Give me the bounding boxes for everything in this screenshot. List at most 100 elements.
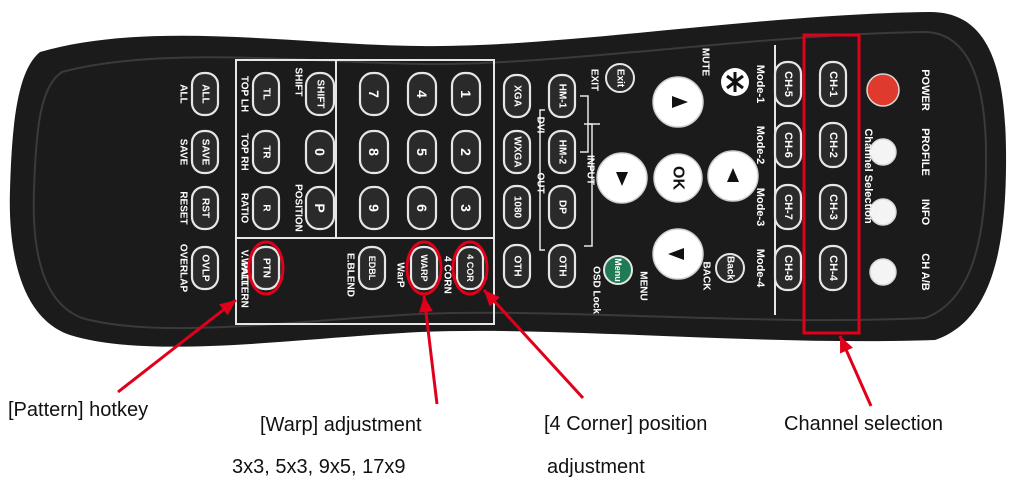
rst-label: RESET — [178, 191, 189, 224]
ch6-button[interactable]: CH-6 — [773, 121, 803, 169]
ch3-button-label: CH-3 — [827, 194, 839, 220]
ptn-button-label: PTN — [261, 258, 272, 278]
r-button[interactable]: R — [251, 185, 281, 231]
wxga-button-label: WXGA — [512, 136, 523, 167]
key-8-button[interactable]: 8 — [358, 129, 390, 175]
oth_in-button-label: OTH — [557, 255, 568, 276]
power-button[interactable] — [866, 73, 900, 107]
back-label: BACK — [701, 262, 712, 292]
warp-label: WarP — [395, 262, 406, 288]
oth_in-button[interactable]: OTH — [547, 243, 577, 289]
chab-button[interactable] — [869, 258, 897, 286]
xga-button[interactable]: XGA — [502, 73, 532, 119]
warp-button[interactable]: WARP — [409, 245, 439, 291]
info-label: INFO — [919, 199, 931, 226]
profile-label: PROFILE — [919, 128, 931, 176]
ch5-button[interactable]: CH-5 — [773, 60, 803, 108]
ch1-button[interactable]: CH-1 — [818, 60, 848, 108]
ch7-button[interactable]: CH-7 — [773, 183, 803, 231]
ch4-button[interactable]: CH-4 — [818, 244, 848, 292]
ch8-button-label: CH-8 — [782, 255, 794, 281]
rst-button[interactable]: RST — [190, 185, 220, 231]
ch2-button[interactable]: CH-2 — [818, 121, 848, 169]
dp-button[interactable]: DP — [547, 184, 577, 230]
exit-button-label: Exit — [615, 69, 626, 88]
edbl-button[interactable]: EDBL — [357, 245, 387, 291]
cor-label: 4 CORN — [442, 256, 453, 294]
key-5-button[interactable]: 5 — [406, 129, 438, 175]
ch4-button-label: CH-4 — [827, 255, 839, 282]
key-6-button-label: 6 — [414, 204, 430, 212]
ch6-button-label: CH-6 — [782, 132, 794, 158]
warp-button-label: WARP — [419, 255, 429, 282]
warp-callout-line2: 3x3, 5x3, 9x5, 17x9 — [232, 456, 406, 478]
key-7-button-label: 7 — [366, 90, 382, 98]
key-2-button[interactable]: 2 — [450, 129, 482, 175]
key-2-button-label: 2 — [458, 148, 474, 156]
key-p-button-label: P — [312, 203, 328, 212]
dp-button-label: DP — [557, 200, 568, 214]
key-4-button[interactable]: 4 — [406, 71, 438, 117]
corner-callout-line1: [4 Corner] position — [544, 413, 708, 435]
cor-button-label: 4 COR — [465, 254, 475, 282]
tr-button[interactable]: TR — [251, 129, 281, 175]
key-7-button[interactable]: 7 — [358, 71, 390, 117]
ovlp-label: OVERLAP — [178, 244, 189, 293]
ch8-button[interactable]: CH-8 — [773, 244, 803, 292]
ch7-mode-label: Mode-3 — [754, 188, 766, 227]
key-8-button-label: 8 — [366, 148, 382, 156]
key-9-button[interactable]: 9 — [358, 185, 390, 231]
key-0-button[interactable]: 0 — [304, 129, 336, 175]
ovlp-button-label: OVLP — [200, 254, 211, 282]
key-1-button[interactable]: 1 — [450, 71, 482, 117]
all-label: ALL — [178, 84, 189, 103]
xga-button-label: XGA — [512, 85, 523, 107]
key-shift-button[interactable]: SHIFT — [304, 71, 336, 117]
key-p-button[interactable]: P — [304, 185, 336, 231]
all-button-label: ALL — [200, 84, 211, 103]
oth_out-button[interactable]: OTH — [502, 243, 532, 289]
ch5-mode-label: Mode-1 — [754, 65, 766, 104]
exit-label: EXIT — [589, 69, 600, 91]
ovlp-button[interactable]: OVLP — [190, 245, 220, 291]
key-3-button-label: 3 — [458, 204, 474, 212]
all-button[interactable]: ALL — [190, 71, 220, 117]
tr-button-label: TR — [261, 145, 272, 159]
hm2-button-label: HM-2 — [557, 140, 568, 165]
r-label: RATIO — [239, 193, 250, 224]
save-label: SAVE — [178, 139, 189, 166]
edbl-label: E.BLEND — [345, 253, 356, 297]
hm1-button[interactable]: HM-1 — [547, 73, 577, 119]
input-label: INPUT — [585, 155, 596, 185]
ptn-button[interactable]: PTN — [251, 245, 281, 291]
hm2-button[interactable]: HM-2 — [547, 129, 577, 175]
ch6-mode-label: Mode-2 — [754, 126, 766, 165]
shift-label: SHIFT — [293, 68, 304, 97]
chab-label: CH A/B — [919, 253, 931, 291]
wxga-button[interactable]: WXGA — [502, 129, 532, 175]
ch5-button-label: CH-5 — [782, 71, 794, 97]
pattern-callout: [Pattern] hotkey — [8, 399, 149, 421]
hm1-button-label: HM-1 — [557, 84, 568, 109]
mute-label: MUTE — [700, 48, 711, 77]
save-button[interactable]: SAVE — [190, 129, 220, 175]
cor-button[interactable]: 4 COR — [455, 245, 485, 291]
tl-button[interactable]: TL — [251, 71, 281, 117]
channel-selection-label: Channel Selection — [862, 128, 874, 224]
key-3-button[interactable]: 3 — [450, 185, 482, 231]
warp-callout-line1: [Warp] adjustment — [260, 414, 422, 436]
tl-label: TOP LH — [239, 76, 250, 112]
rst-button-label: RST — [200, 198, 211, 218]
p1080-button[interactable]: 1080 — [502, 184, 532, 230]
ch7-button-label: CH-7 — [782, 194, 794, 220]
key-6-button[interactable]: 6 — [406, 185, 438, 231]
back-button-label: Back — [725, 256, 736, 280]
r-button-label: R — [261, 204, 272, 212]
menu-label: MENU — [638, 271, 649, 300]
ch2-button-label: CH-2 — [827, 132, 839, 158]
out-label: OUT — [535, 172, 546, 193]
osd-lock-label: OSD Lock — [591, 266, 602, 314]
dvi-label: DVI — [535, 117, 546, 134]
ch8-mode-label: Mode-4 — [754, 249, 766, 288]
ch3-button[interactable]: CH-3 — [818, 183, 848, 231]
